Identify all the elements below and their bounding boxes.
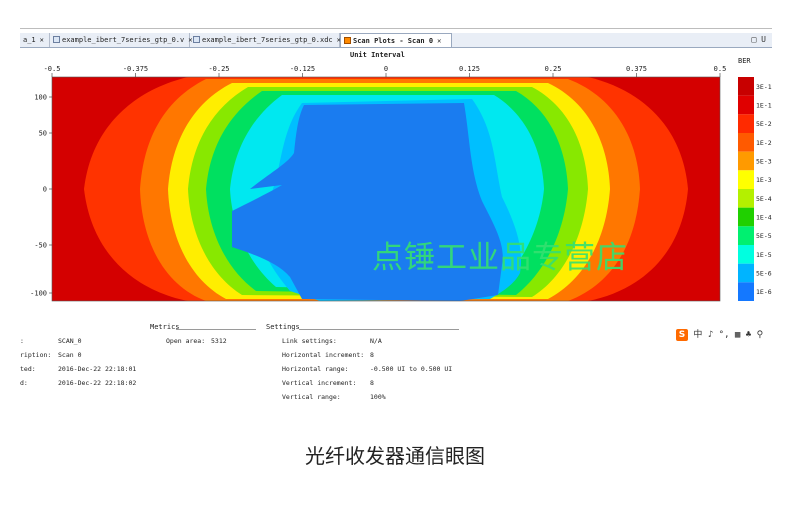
legend-label: 3E-1 <box>756 83 772 91</box>
legend-swatch <box>738 77 754 96</box>
eye-diagram-chart: -0.5 -0.375 -0.25 -0.125 0 0.125 0.25 0.375 0.5 1… <box>30 57 772 302</box>
shop-watermark: 点锤工业品专营店 <box>372 240 628 276</box>
ime-status-icons[interactable]: 中 ♪ °, ▦ ♣ ⚲ <box>693 330 763 340</box>
scan-info-panel: Metrics Settings : SCAN_0 ription: Scan … <box>20 321 772 406</box>
setting-value: 8 <box>370 351 374 359</box>
divider <box>299 329 459 330</box>
sogou-ime-icon[interactable]: S <box>676 329 688 341</box>
legend-label: 5E-4 <box>756 195 772 203</box>
ime-toolbar[interactable]: S 中 ♪ °, ▦ ♣ ⚲ <box>676 327 763 341</box>
x-tick-label: -0.25 <box>208 65 229 73</box>
legend-label: 5E-6 <box>756 270 772 278</box>
x-tick-label: -0.5 <box>44 65 61 73</box>
y-tick-label: 0 <box>43 186 47 194</box>
legend-swatch <box>738 151 754 171</box>
setting-value: 8 <box>370 379 374 387</box>
legend-swatch <box>738 114 754 133</box>
info-label: : <box>20 337 24 345</box>
setting-label: Vertical increment: <box>282 379 357 387</box>
legend-label: 5E-3 <box>756 158 772 166</box>
legend-label: 1E-3 <box>756 176 772 184</box>
info-label: d: <box>20 379 28 387</box>
legend-title: BER <box>738 57 751 65</box>
open-area-label: Open area: <box>166 337 206 345</box>
x-tick-label: 0 <box>384 65 388 73</box>
info-label: ted: <box>20 365 36 373</box>
legend-swatch <box>738 189 754 208</box>
setting-value: -0.500 UI to 0.500 UI <box>370 365 453 373</box>
legend-label: 1E-5 <box>756 251 772 259</box>
setting-label: Link settings: <box>282 337 337 345</box>
legend-swatch <box>738 95 754 115</box>
info-value: 2016-Dec-22 22:18:02 <box>58 379 137 387</box>
x-tick-label: -0.375 <box>123 65 148 73</box>
legend-swatch <box>738 133 754 152</box>
open-area-value: 5312 <box>211 337 227 345</box>
legend-label: 1E-4 <box>756 214 772 222</box>
legend-label: 1E-1 <box>756 102 772 110</box>
setting-label: Vertical range: <box>282 393 341 401</box>
legend-label: 1E-6 <box>756 288 772 296</box>
y-tick-label: 50 <box>39 130 47 138</box>
info-value: SCAN_0 <box>58 337 82 345</box>
y-tick-label: 100 <box>34 94 47 102</box>
divider <box>176 329 256 330</box>
y-tick-label: -50 <box>34 242 47 250</box>
legend-label: 1E-2 <box>756 139 772 147</box>
info-value: Scan 0 <box>58 351 82 359</box>
legend-swatch <box>738 245 754 264</box>
legend-swatch <box>738 226 754 245</box>
setting-label: Horizontal increment: <box>282 351 365 359</box>
info-value: 2016-Dec-22 22:18:01 <box>58 365 137 373</box>
x-tick-label: 0.25 <box>545 65 562 73</box>
x-tick-label: 0.5 <box>714 65 727 73</box>
legend-swatch <box>738 263 754 283</box>
setting-value: N/A <box>370 337 382 345</box>
x-tick-label: 0.375 <box>626 65 647 73</box>
settings-header: Settings <box>266 323 300 331</box>
legend-label: 5E-2 <box>756 120 772 128</box>
x-tick-label: 0.125 <box>459 65 480 73</box>
y-tick-label: -100 <box>30 290 47 298</box>
legend-swatch <box>738 170 754 189</box>
legend-label: 5E-5 <box>756 232 772 240</box>
image-caption: 光纤收发器通信眼图 <box>305 444 485 468</box>
setting-label: Horizontal range: <box>282 365 349 373</box>
legend-swatch <box>738 282 754 301</box>
info-label: ription: <box>20 351 52 359</box>
legend-swatch <box>738 207 754 227</box>
screenshot-window: a_1 ✕ example_ibert_7series_gtp_0.v ✕ exam… <box>20 28 772 409</box>
setting-value: 100% <box>370 393 386 401</box>
x-tick-label: -0.125 <box>290 65 315 73</box>
